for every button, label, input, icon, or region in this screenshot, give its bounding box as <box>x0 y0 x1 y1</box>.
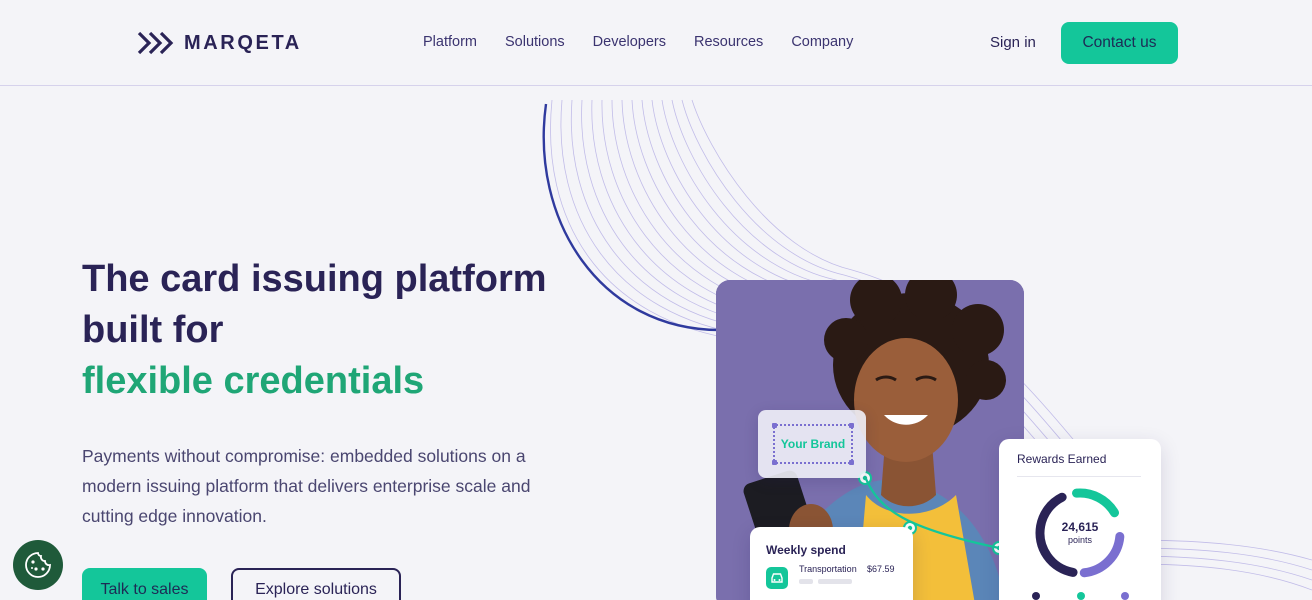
placeholder-bar <box>799 579 813 584</box>
main-nav: Platform Solutions Developers Resources … <box>423 34 853 50</box>
spend-item-amount: $67.59 <box>867 564 895 574</box>
rewards-title: Rewards Earned <box>1017 452 1107 466</box>
nav-company[interactable]: Company <box>791 34 853 50</box>
points-label: points <box>1067 535 1093 545</box>
weekly-spend-title: Weekly spend <box>766 543 846 557</box>
headline-line-2: built for <box>82 309 224 351</box>
talk-to-sales-button[interactable]: Talk to sales <box>82 568 207 600</box>
marqeta-logo-icon <box>137 31 174 55</box>
headline-accent: flexible credentials <box>82 360 425 402</box>
rewards-card: Rewards Earned 24,615 points <box>999 439 1161 600</box>
divider <box>1017 476 1141 477</box>
hero-headline: The card issuing platform built for flex… <box>82 254 602 407</box>
site-header: MARQETA Platform Solutions Developers Re… <box>0 0 1312 86</box>
nav-developers[interactable]: Developers <box>593 34 666 50</box>
explore-solutions-button[interactable]: Explore solutions <box>231 568 401 600</box>
spend-item-label: Transportation <box>799 564 857 574</box>
points-value: 24,615 <box>1061 520 1099 534</box>
legend-dots <box>1032 592 1129 600</box>
contact-us-button[interactable]: Contact us <box>1061 22 1178 64</box>
nav-resources[interactable]: Resources <box>694 34 763 50</box>
logo-wordmark: MARQETA <box>184 31 302 54</box>
placeholder-bar <box>818 579 852 584</box>
brand-label: Your Brand <box>780 437 846 451</box>
headline-line-1: The card issuing platform <box>82 258 547 300</box>
cookie-settings-button[interactable] <box>13 540 63 590</box>
cookie-icon <box>25 552 51 578</box>
nav-platform[interactable]: Platform <box>423 34 477 50</box>
car-icon <box>766 567 788 589</box>
sign-in-link[interactable]: Sign in <box>990 34 1036 51</box>
nav-solutions[interactable]: Solutions <box>505 34 565 50</box>
brand-card: Your Brand <box>758 410 866 478</box>
weekly-spend-card: Weekly spend Transportation $67.59 <box>750 527 913 600</box>
hero-subtext: Payments without compromise: embedded so… <box>82 446 531 526</box>
marqeta-logo[interactable]: MARQETA <box>137 30 302 56</box>
brand-placeholder: Your Brand <box>772 423 854 465</box>
